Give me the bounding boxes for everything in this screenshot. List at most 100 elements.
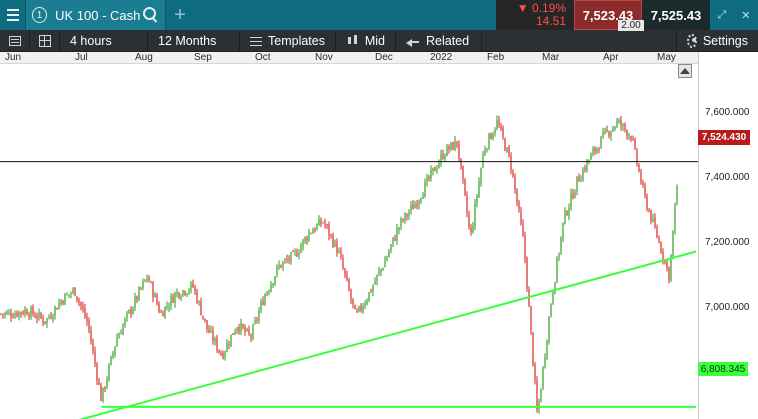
candle-body: [366, 300, 367, 304]
candle-body: [448, 147, 449, 150]
candle-body: [526, 258, 527, 289]
candle-body: [446, 146, 447, 156]
candle-body: [364, 304, 365, 307]
instrument-tab[interactable]: 1 UK 100 - Cash: [26, 0, 166, 30]
candle-body: [596, 148, 597, 152]
candle-body: [124, 319, 125, 325]
candle-body: [230, 335, 231, 346]
candle-body: [590, 154, 591, 160]
candle-body: [468, 214, 469, 226]
candle-body: [70, 293, 71, 294]
search-icon[interactable]: [140, 4, 161, 26]
candle-body: [320, 220, 321, 224]
candle-body: [80, 302, 81, 306]
price-type-selector[interactable]: Mid: [336, 30, 396, 51]
candle-body: [578, 177, 579, 181]
candle-body: [368, 292, 369, 301]
layout-button[interactable]: [30, 30, 60, 51]
candle-body: [642, 182, 643, 185]
candle-body: [498, 121, 499, 126]
candle-body: [522, 223, 523, 235]
settings-button[interactable]: Settings: [676, 30, 758, 51]
candle-body: [182, 290, 183, 295]
candle-body: [82, 306, 83, 310]
candle-body: [354, 305, 355, 309]
change-absolute: 14.51: [535, 14, 566, 28]
candle-body: [110, 356, 111, 365]
candle-body: [250, 335, 251, 338]
candle-body: [614, 127, 615, 129]
candle-body: [274, 276, 275, 283]
candle-body: [148, 277, 149, 282]
candle-body: [172, 296, 173, 302]
candle-body: [222, 354, 223, 359]
candle-body: [516, 190, 517, 202]
candle-body: [348, 280, 349, 290]
candlestick-plot[interactable]: [0, 52, 698, 419]
candle-body: [212, 330, 213, 341]
candle-body: [40, 313, 41, 317]
candle-body: [556, 258, 557, 282]
range-selector[interactable]: 12 Months: [148, 30, 240, 51]
candle-body: [278, 265, 279, 268]
candle-body: [34, 315, 35, 317]
settings-label: Settings: [702, 33, 748, 48]
candle-body: [344, 268, 345, 274]
x-tick-label: Jun: [5, 52, 22, 63]
candle-body: [542, 367, 543, 389]
candle-body: [18, 311, 19, 316]
candle-body: [380, 269, 381, 272]
candle-body: [606, 130, 607, 131]
candle-body: [570, 193, 571, 207]
candle-body: [492, 134, 493, 138]
list-view-button[interactable]: [0, 30, 30, 51]
candle-body: [482, 154, 483, 168]
candle-body: [220, 353, 221, 355]
buy-price-button[interactable]: 7,525.43: [642, 0, 710, 30]
add-tab-button[interactable]: +: [166, 0, 194, 30]
candle-body: [616, 121, 617, 127]
price-chart[interactable]: Jun Jul Aug Sep Oct Nov Dec 2022 Feb Mar…: [0, 52, 758, 419]
interval-selector[interactable]: 4 hours: [60, 30, 148, 51]
candle-body: [272, 283, 273, 285]
candle-body: [118, 334, 119, 338]
candle-body: [144, 279, 145, 281]
candle-body: [406, 214, 407, 216]
y-tick-label: 7,200.000: [705, 237, 750, 248]
candle-body: [54, 307, 55, 316]
x-tick-label: Mar: [542, 52, 560, 63]
candle-body: [128, 310, 129, 313]
candle-body: [580, 179, 581, 182]
candle-body: [192, 283, 193, 286]
candle-body: [282, 262, 283, 267]
candle-body: [538, 402, 539, 409]
close-icon[interactable]: ✕: [741, 9, 750, 22]
candle-body: [360, 306, 361, 310]
candle-body: [340, 251, 341, 258]
related-button[interactable]: Related: [396, 30, 482, 51]
candle-body: [0, 314, 1, 315]
candle-body: [196, 291, 197, 303]
candle-body: [394, 238, 395, 240]
list-icon: [8, 35, 21, 46]
scroll-up-arrow-icon[interactable]: [678, 64, 692, 78]
hamburger-menu-icon[interactable]: [0, 0, 26, 30]
candle-body: [90, 331, 91, 342]
top-bar-spacer: [194, 0, 496, 30]
candle-body: [390, 244, 391, 250]
candle-body: [462, 166, 463, 180]
candle-body: [36, 317, 37, 319]
candle-body: [646, 196, 647, 210]
candle-body: [424, 182, 425, 197]
daily-change: ▼ 0.19% 14.51: [496, 0, 574, 30]
candle-body: [554, 282, 555, 294]
candle-body: [548, 317, 549, 342]
templates-button[interactable]: Templates: [240, 30, 336, 51]
candle-body: [460, 160, 461, 165]
candle-body: [336, 242, 337, 254]
expand-icon[interactable]: ⤢: [717, 9, 726, 22]
candle-body: [640, 172, 641, 184]
candle-body: [322, 222, 323, 223]
window-controls: ⤢ ✕: [710, 0, 758, 30]
